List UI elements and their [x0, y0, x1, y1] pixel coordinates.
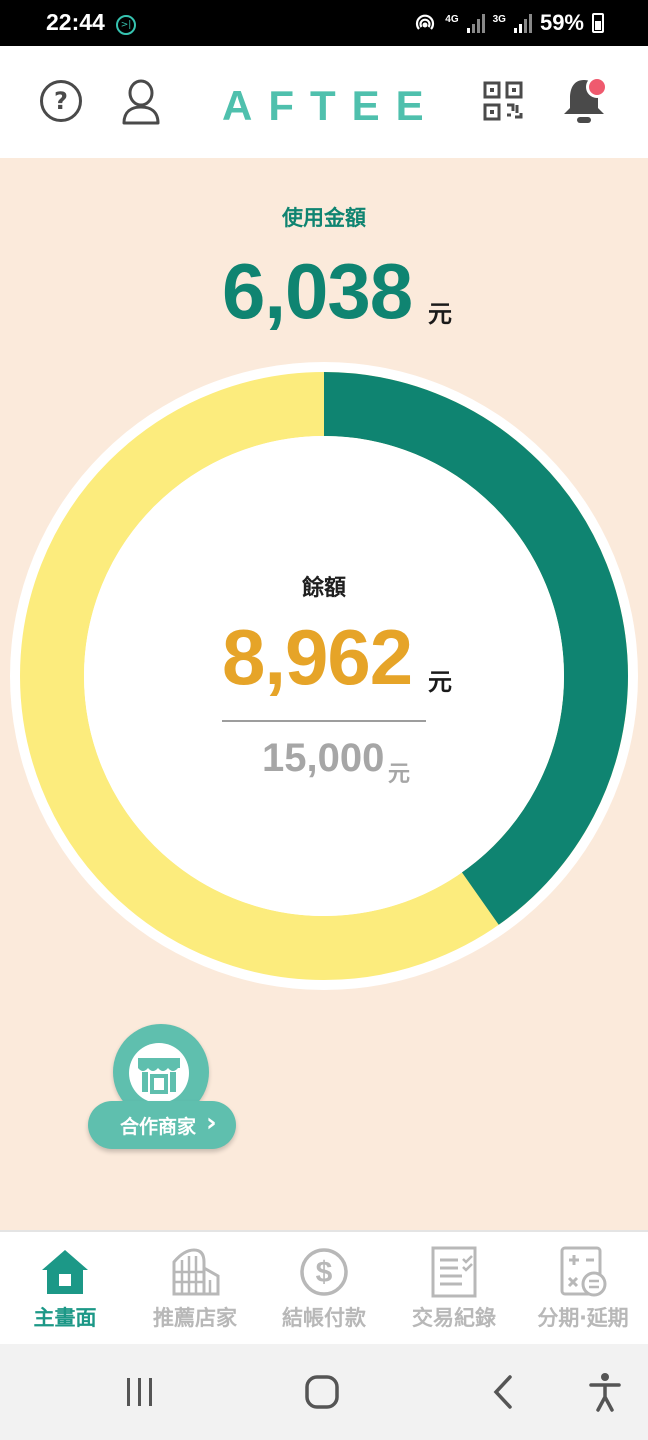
tab-home-label: 主畫面: [33, 1306, 97, 1330]
tab-home[interactable]: 主畫面: [0, 1240, 130, 1340]
tab-checkout-label: 結帳付款: [282, 1306, 366, 1330]
tab-installments-label: 分期‧延期: [537, 1306, 629, 1330]
storefront-icon[interactable]: [128, 1042, 190, 1104]
home-nav-icon[interactable]: [304, 1374, 340, 1410]
tab-recommended-stores-label: 推薦店家: [153, 1306, 237, 1330]
recent-apps-icon[interactable]: [124, 1376, 156, 1408]
partner-store-label: 合作商家: [120, 1115, 197, 1138]
partner-store-pill[interactable]: 合作商家 ›: [88, 1101, 236, 1149]
balance-label: 餘額: [301, 576, 346, 601]
svg-text:$: $: [316, 1256, 333, 1289]
home-icon: [42, 1250, 88, 1294]
chevron-right-icon: ›: [206, 1108, 217, 1138]
bottom-tab-bar: 主畫面 推薦店家 $ 結帳付款 交易紀錄 分期‧延期: [0, 1230, 648, 1344]
tab-transactions-label: 交易紀錄: [412, 1306, 496, 1330]
credit-limit-value: 15,000: [262, 736, 385, 780]
accessibility-icon[interactable]: [588, 1372, 622, 1412]
balance-amount-value: 8,962: [222, 613, 413, 701]
system-nav-bar: [0, 1344, 648, 1440]
balance-amount-unit: 元: [428, 668, 452, 696]
balance-gauge: [10, 362, 638, 990]
calculator-icon: [560, 1246, 607, 1297]
receipt-list-icon: [431, 1246, 477, 1298]
tab-recommended-stores[interactable]: 推薦店家: [130, 1240, 260, 1340]
balance-divider: [222, 720, 426, 722]
building-icon: [172, 1248, 220, 1296]
back-icon[interactable]: [490, 1374, 516, 1410]
tab-transactions[interactable]: 交易紀錄: [389, 1240, 519, 1340]
tab-checkout[interactable]: $ 結帳付款: [259, 1240, 389, 1340]
tab-installments[interactable]: 分期‧延期: [518, 1240, 648, 1340]
credit-limit-unit: 元: [388, 762, 411, 787]
dollar-coin-icon: $: [300, 1248, 348, 1296]
